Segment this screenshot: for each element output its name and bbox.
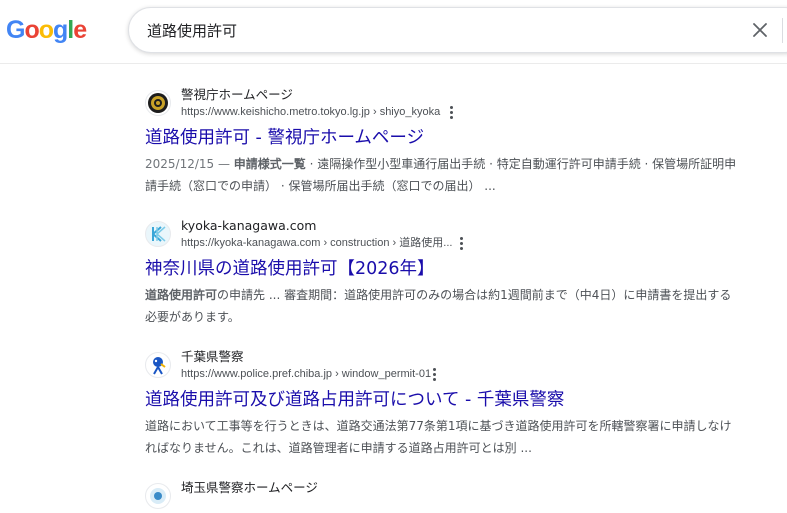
result-site-row[interactable]: kyoka-kanagawa.com https://kyoka-kanagaw… xyxy=(145,217,745,251)
result-title-link[interactable]: 道路使用許可及び道路占用許可について - 千葉県警察 xyxy=(145,388,745,412)
clear-search-button[interactable] xyxy=(747,17,773,43)
chiba-mascot-icon xyxy=(145,352,171,378)
search-box[interactable] xyxy=(128,7,787,53)
close-icon xyxy=(753,23,767,37)
dot xyxy=(449,105,453,109)
dot xyxy=(459,241,463,245)
dot xyxy=(432,377,436,381)
snippet-highlight: 申請様式一覧 xyxy=(233,157,306,171)
search-result: kyoka-kanagawa.com https://kyoka-kanagaw… xyxy=(145,217,745,328)
more-options-button[interactable] xyxy=(444,104,458,120)
result-site-row[interactable]: 千葉県警察 https://www.police.pref.chiba.jp ›… xyxy=(145,348,745,382)
search-result: 埼玉県警察ホームページ xyxy=(145,479,745,513)
snippet-text: 道路において工事等を行うときは、道路交通法第77条第1項に基づき道路使用許可を所… xyxy=(145,419,732,455)
search-divider xyxy=(782,18,783,43)
result-site-row[interactable]: 警視庁ホームページ https://www.keishicho.metro.to… xyxy=(145,86,745,120)
result-title-link[interactable]: 神奈川県の道路使用許可【2026年】 xyxy=(145,257,745,281)
result-site-name: 千葉県警察 xyxy=(181,349,244,364)
result-snippet: 道路において工事等を行うときは、道路交通法第77条第1項に基づき道路使用許可を所… xyxy=(145,415,740,459)
logo-letter: g xyxy=(53,16,68,44)
google-logo[interactable]: G o o g l e xyxy=(6,15,87,45)
logo-letter: G xyxy=(6,16,25,44)
saitama-police-icon xyxy=(145,483,171,509)
logo-letter: o xyxy=(38,16,54,44)
result-url: https://www.keishicho.metro.tokyo.lg.jp … xyxy=(181,106,441,118)
kyoka-logo-icon xyxy=(145,221,171,247)
result-title-link[interactable]: 道路使用許可 - 警視庁ホームページ xyxy=(145,126,745,150)
header: G o o g l e xyxy=(0,0,787,64)
more-options-button[interactable] xyxy=(454,235,468,251)
more-options-button[interactable] xyxy=(427,366,441,382)
result-snippet: 2025/12/15 — 申請様式一覧 · 遠隔操作型小型車通行届出手続 · 特… xyxy=(145,153,740,197)
result-site-row[interactable]: 埼玉県警察ホームページ xyxy=(145,479,745,513)
dot xyxy=(432,367,436,371)
police-badge-icon xyxy=(145,90,171,116)
result-site-name: 警視庁ホームページ xyxy=(181,87,293,102)
result-snippet: 道路使用許可の申請先 ... 審査期間：道路使用許可のみの場合は約1週間前まで（… xyxy=(145,284,740,328)
logo-letter: o xyxy=(24,16,39,44)
search-result: 警視庁ホームページ https://www.keishicho.metro.to… xyxy=(145,86,745,197)
search-result: 千葉県警察 https://www.police.pref.chiba.jp ›… xyxy=(145,348,745,459)
result-date: 2025/12/15 — xyxy=(145,157,234,171)
dot xyxy=(432,372,436,376)
dot xyxy=(449,110,453,114)
result-url: https://www.police.pref.chiba.jp › windo… xyxy=(181,368,432,380)
snippet-text: の申請先 ... 審査期間：道路使用許可のみの場合は約1週間前まで（中4日）に申… xyxy=(145,288,732,324)
dot xyxy=(459,246,463,250)
result-site-name: kyoka-kanagawa.com xyxy=(181,218,317,233)
dot xyxy=(459,236,463,240)
result-url: https://kyoka-kanagawa.com › constructio… xyxy=(181,237,453,249)
logo-letter: e xyxy=(73,16,87,44)
search-input[interactable] xyxy=(147,8,707,52)
result-site-name: 埼玉県警察ホームページ xyxy=(181,480,318,495)
snippet-highlight: 道路使用許可 xyxy=(145,288,218,302)
dot xyxy=(449,115,453,119)
